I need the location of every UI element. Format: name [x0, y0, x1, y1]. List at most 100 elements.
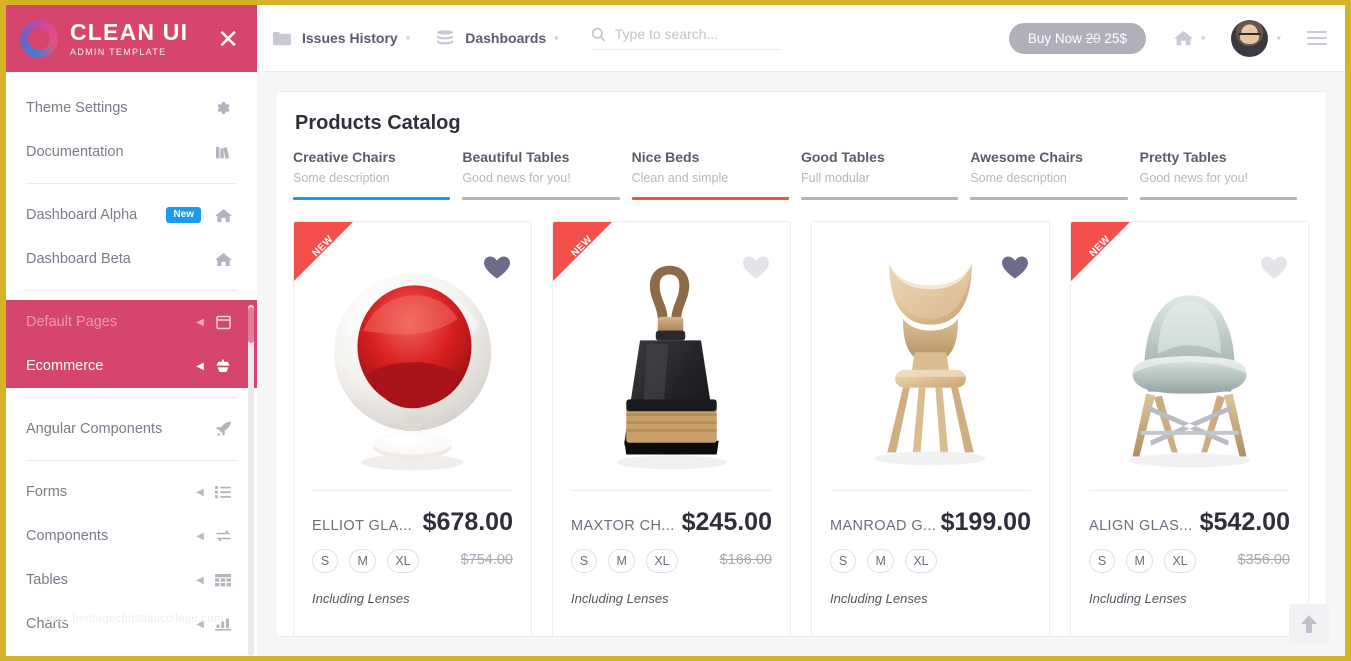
tab-pretty-tables[interactable]: Pretty Tables Good news for you!: [1139, 149, 1309, 200]
size-options: S M XL: [1089, 549, 1238, 581]
tab-description: Clean and simple: [631, 171, 729, 185]
size-option[interactable]: S: [1089, 549, 1115, 573]
chevron-down-icon: ▾: [1276, 32, 1281, 43]
tab-description: Some description: [970, 171, 1067, 185]
topbar-issues-label: Issues History: [302, 30, 398, 46]
tab-good-tables[interactable]: Good Tables Full modular: [800, 149, 970, 200]
chart-icon: [213, 614, 233, 634]
sidebar-item-label: Charts: [26, 616, 69, 632]
app-window: CLEAN UI ADMIN TEMPLATE ✕ Theme Settings…: [6, 5, 1345, 656]
chevron-left-icon: ◀: [196, 574, 204, 586]
topbar: Issues History ▾ Dashboards ▾ Buy Now 20…: [257, 5, 1345, 72]
tab-creative-chairs[interactable]: Creative Chairs Some description: [293, 149, 462, 200]
sidebar-nav: Theme Settings Documentation Dashboard A…: [6, 72, 257, 646]
sidebar-item-label: Dashboard Alpha: [26, 207, 138, 223]
products-catalog-panel: Products Catalog Creative Chairs Some de…: [275, 91, 1327, 637]
tab-indicator: [800, 197, 959, 200]
sidebar-divider: [26, 290, 237, 291]
size-option[interactable]: M: [608, 549, 635, 573]
topbar-issues-history[interactable]: Issues History ▾: [273, 30, 410, 46]
window-icon: [213, 312, 233, 332]
product-card[interactable]: NEW: [552, 221, 791, 636]
size-option[interactable]: M: [349, 549, 376, 573]
sidebar-item-theme-settings[interactable]: Theme Settings: [6, 86, 257, 130]
tab-title: Good Tables: [800, 149, 885, 165]
sidebar-item-label: Documentation: [26, 144, 124, 160]
sidebar-item-default-pages[interactable]: Default Pages ◀: [6, 300, 257, 344]
tab-title: Beautiful Tables: [462, 149, 570, 165]
size-option[interactable]: XL: [646, 549, 678, 573]
sidebar-item-label: Components: [26, 528, 109, 544]
product-card[interactable]: NEW: [293, 221, 532, 636]
product-note: Including Lenses: [571, 591, 669, 606]
sidebar-scrollbar-track[interactable]: [248, 305, 254, 656]
sidebar-divider: [26, 460, 237, 461]
sidebar-item-documentation[interactable]: Documentation: [6, 130, 257, 174]
home-icon: [213, 249, 233, 269]
search-input[interactable]: [614, 26, 781, 42]
tab-nice-beds[interactable]: Nice Beds Clean and simple: [631, 149, 801, 200]
search-icon: [591, 27, 606, 42]
size-option[interactable]: S: [571, 549, 597, 573]
sidebar-item-label: Dashboard Beta: [26, 251, 131, 267]
tab-description: Full modular: [800, 171, 870, 185]
table-icon: [213, 570, 233, 590]
tab-indicator: [970, 197, 1128, 200]
sidebar-item-dashboard-alpha[interactable]: Dashboard Alpha New: [6, 193, 257, 237]
product-info: ALIGN GLAS... $542.00 S M XL $356.00 Inc…: [1071, 508, 1308, 606]
product-note: Including Lenses: [830, 591, 928, 606]
sidebar-item-ecommerce[interactable]: Ecommerce ◀: [6, 344, 257, 388]
size-option[interactable]: M: [867, 549, 894, 573]
size-option[interactable]: XL: [387, 549, 419, 573]
logo-ring-icon: [20, 19, 58, 58]
topbar-home-menu[interactable]: ▾: [1173, 30, 1206, 46]
sidebar-item-angular-components[interactable]: Angular Components: [6, 407, 257, 451]
chevron-down-icon: ▾: [405, 32, 411, 43]
size-option[interactable]: XL: [1164, 549, 1196, 573]
rocket-icon: [213, 419, 233, 439]
buy-now-button[interactable]: Buy Now 20 25$: [1008, 22, 1146, 54]
search-box[interactable]: [590, 26, 781, 50]
product-media: [812, 222, 1049, 490]
topbar-dashboards[interactable]: Dashboards ▾: [436, 30, 559, 46]
sidebar-item-components[interactable]: Components ◀: [6, 514, 257, 558]
home-icon: [1173, 30, 1193, 46]
hamburger-menu-icon[interactable]: [1307, 31, 1327, 45]
tab-awesome-chairs[interactable]: Awesome Chairs Some description: [970, 149, 1139, 200]
topbar-user-menu[interactable]: ▾: [1231, 19, 1281, 57]
sidebar-item-tables[interactable]: Tables ◀: [6, 558, 257, 602]
product-name: ALIGN GLAS...: [1089, 518, 1193, 534]
product-info: ELLIOT GLA... $678.00 S M XL $754.00 Inc…: [294, 508, 531, 606]
size-option[interactable]: S: [830, 549, 856, 573]
chevron-left-icon: ◀: [196, 618, 204, 630]
sidebar-scrollbar-thumb[interactable]: [248, 307, 254, 343]
sidebar: CLEAN UI ADMIN TEMPLATE ✕ Theme Settings…: [6, 5, 257, 656]
sidebar-item-charts[interactable]: Charts ◀: [6, 602, 257, 646]
size-option[interactable]: M: [1126, 549, 1153, 573]
product-old-price: $754.00: [460, 552, 513, 568]
product-card[interactable]: MANROAD G... $199.00 S M XL Including Le…: [811, 221, 1050, 636]
sidebar-item-label: Forms: [26, 484, 68, 500]
product-price: $678.00: [422, 508, 513, 536]
tab-beautiful-tables[interactable]: Beautiful Tables Good news for you!: [462, 149, 631, 200]
product-price: $199.00: [940, 508, 1031, 536]
sidebar-item-label: Theme Settings: [26, 100, 128, 116]
product-old-price: $166.00: [719, 552, 772, 568]
scroll-to-top-button[interactable]: [1289, 604, 1329, 644]
size-option[interactable]: XL: [905, 549, 937, 573]
product-price: $245.00: [681, 508, 772, 536]
size-options: S M XL: [830, 549, 1031, 581]
chevron-down-icon: ▾: [1200, 32, 1206, 43]
close-icon[interactable]: ✕: [217, 26, 239, 52]
sidebar-item-label: Tables: [26, 572, 68, 588]
tab-indicator: [631, 197, 789, 200]
sidebar-item-forms[interactable]: Forms ◀: [6, 470, 257, 514]
gear-icon: [213, 98, 233, 118]
product-image-ball-chair-red: [294, 248, 531, 484]
tab-indicator: [1139, 197, 1297, 200]
brand-title: CLEAN UI: [70, 18, 189, 45]
product-card[interactable]: NEW: [1070, 221, 1309, 636]
sidebar-item-dashboard-beta[interactable]: Dashboard Beta: [6, 237, 257, 281]
size-option[interactable]: S: [312, 549, 338, 573]
tab-indicator: [293, 197, 451, 200]
